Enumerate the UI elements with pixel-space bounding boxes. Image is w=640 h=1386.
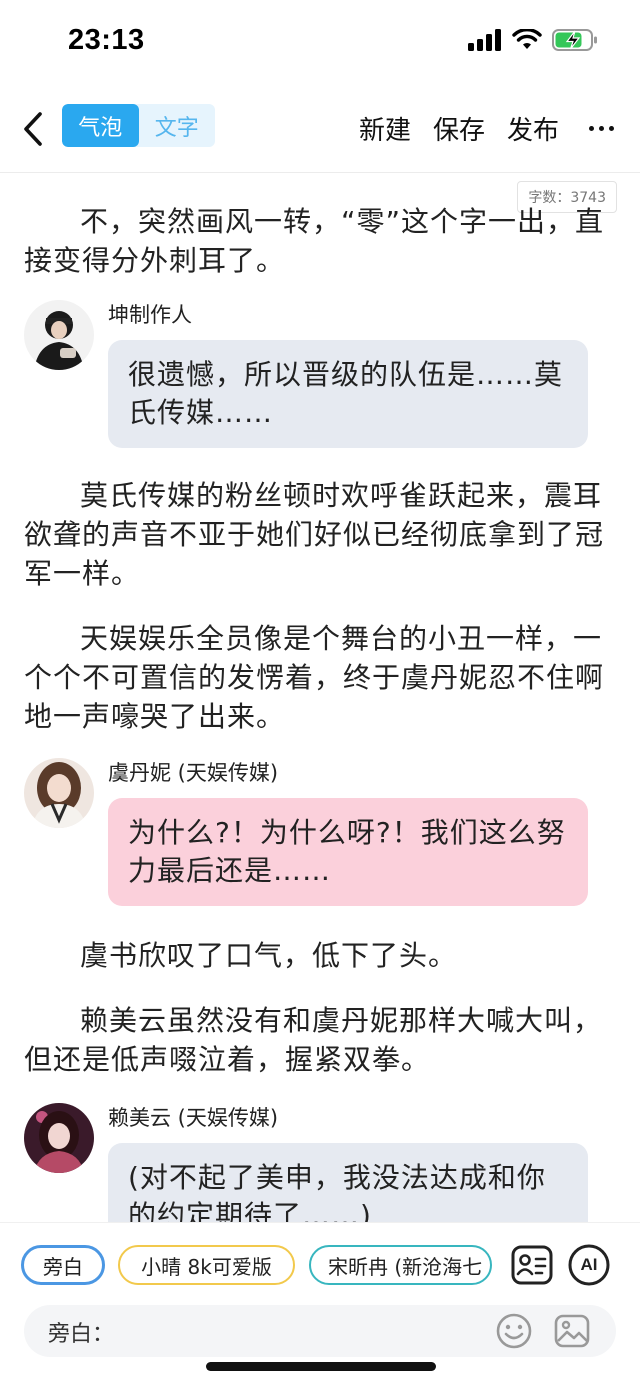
mode-bubble-tab[interactable]: 气泡 bbox=[62, 104, 139, 147]
avatar bbox=[24, 300, 94, 370]
role-chip-narration[interactable]: 旁白 bbox=[21, 1245, 105, 1285]
speaker-name: 坤制作人 bbox=[108, 303, 192, 327]
back-button[interactable] bbox=[16, 108, 52, 152]
chevron-left-icon bbox=[24, 112, 42, 146]
dialog-item[interactable]: 虞丹妮 (天娱传媒) 为什么?！为什么呀?！我们这么努力最后还是…… bbox=[0, 758, 640, 906]
role-chip[interactable]: 宋昕冉 (新沧海七 bbox=[309, 1245, 492, 1285]
character-card-icon[interactable] bbox=[510, 1243, 554, 1287]
avatar bbox=[24, 1103, 94, 1173]
nav-divider bbox=[0, 172, 640, 173]
publish-button[interactable]: 发布 bbox=[507, 110, 559, 147]
input-role-label: 旁白： bbox=[48, 1322, 115, 1347]
more-icon[interactable] bbox=[589, 126, 614, 131]
home-indicator bbox=[206, 1362, 436, 1371]
save-button[interactable]: 保存 bbox=[433, 110, 485, 147]
speaker-name: 虞丹妮 (天娱传媒) bbox=[108, 761, 279, 785]
status-bar: 23:13 bbox=[0, 0, 640, 88]
narration-paragraph[interactable]: 天娱娱乐全员像是个舞台的小丑一样，一个个不可置信的发愣着，终于虞丹妮忍不住啊地一… bbox=[24, 619, 604, 736]
story-content: 不，突然画风一转，“零”这个字一出，直接变得分外刺耳了。 坤制作人 很遗憾，所以… bbox=[0, 196, 640, 1251]
nav-actions: 新建 保存 发布 bbox=[359, 110, 614, 147]
status-icons bbox=[468, 28, 598, 52]
dialog-item[interactable]: 坤制作人 很遗憾，所以晋级的队伍是……莫氏传媒…… bbox=[0, 300, 640, 448]
status-time: 23:13 bbox=[68, 24, 145, 56]
message-input-bar[interactable]: 旁白： bbox=[24, 1305, 616, 1357]
message-input[interactable] bbox=[112, 1313, 496, 1351]
new-button[interactable]: 新建 bbox=[359, 110, 411, 147]
avatar bbox=[24, 758, 94, 828]
role-chip[interactable]: 小晴 8k可爱版 bbox=[118, 1245, 295, 1285]
signal-icon bbox=[468, 29, 501, 51]
nav-bar: 气泡 文字 新建 保存 发布 bbox=[0, 96, 640, 164]
narration-paragraph[interactable]: 不，突然画风一转，“零”这个字一出，直接变得分外刺耳了。 bbox=[24, 202, 604, 280]
narration-paragraph[interactable]: 赖美云虽然没有和虞丹妮那样大喊大叫，但还是低声啜泣着，握紧双拳。 bbox=[24, 1001, 604, 1079]
speech-bubble: 很遗憾，所以晋级的队伍是……莫氏传媒…… bbox=[108, 340, 588, 448]
ai-label: AI bbox=[580, 1255, 598, 1274]
speaker-name: 赖美云 (天娱传媒) bbox=[108, 1106, 279, 1130]
speech-bubble: 为什么?！为什么呀?！我们这么努力最后还是…… bbox=[108, 798, 588, 906]
image-icon[interactable] bbox=[552, 1311, 592, 1351]
mode-text-tab[interactable]: 文字 bbox=[139, 104, 216, 147]
narration-paragraph[interactable]: 莫氏传媒的粉丝顿时欢呼雀跃起来，震耳欲聋的声音不亚于她们好似已经彻底拿到了冠军一… bbox=[24, 476, 604, 593]
emoji-icon[interactable] bbox=[494, 1311, 534, 1351]
wifi-icon bbox=[512, 29, 542, 49]
battery-charging-icon bbox=[552, 29, 597, 51]
narration-paragraph[interactable]: 虞书欣叹了口气，低下了头。 bbox=[24, 936, 604, 975]
ai-button[interactable]: AI bbox=[567, 1243, 611, 1287]
mode-toggle: 气泡 文字 bbox=[62, 104, 215, 147]
